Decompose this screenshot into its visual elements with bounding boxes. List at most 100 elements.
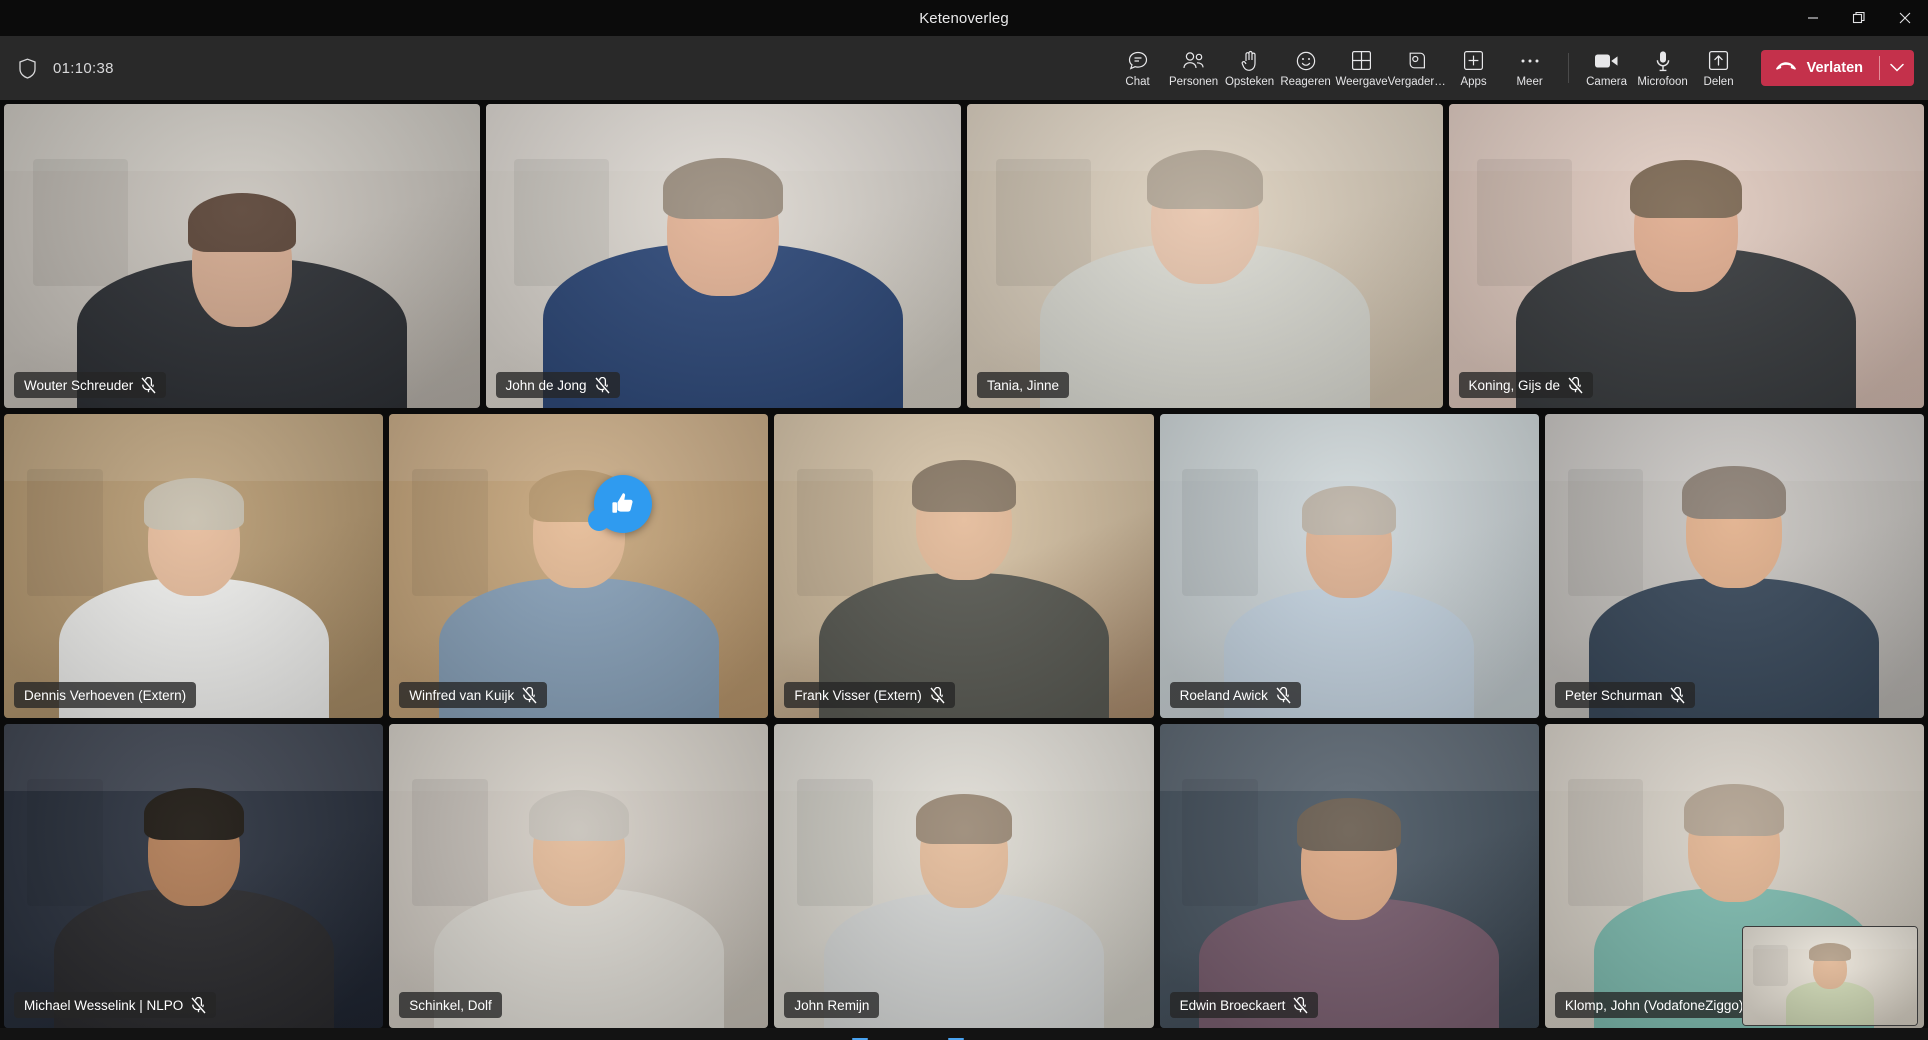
toolbar-label: Delen <box>1703 75 1734 88</box>
participant-name: Schinkel, Dolf <box>409 997 492 1013</box>
video-stream <box>1743 927 1917 1025</box>
video-stream <box>389 724 769 1028</box>
participant-name-badge: Dennis Verhoeven (Extern) <box>14 682 197 708</box>
reaction-thumbs-up-icon <box>587 474 652 533</box>
raise-hand-icon <box>1240 49 1260 73</box>
toolbar-button-delen[interactable]: Delen <box>1691 45 1747 92</box>
participant-name-badge: Koning, Gijs de <box>1458 372 1594 398</box>
participant-tile[interactable]: Peter Schurman <box>1544 414 1925 718</box>
muted-microphone-icon <box>1293 996 1308 1014</box>
camera-icon <box>1594 49 1620 73</box>
participant-name-badge: Schinkel, Dolf <box>399 992 502 1018</box>
title-bar: Ketenoverleg <box>0 0 1928 36</box>
video-stream <box>1448 104 1924 408</box>
participant-tile[interactable]: Dennis Verhoeven (Extern) <box>4 414 384 718</box>
participant-tile[interactable]: Koning, Gijs de <box>1448 104 1924 408</box>
participant-tile[interactable]: Frank Visser (Extern) <box>774 414 1154 718</box>
toolbar-button-reageren[interactable]: Reageren <box>1278 45 1334 92</box>
toolbar-button-vergaderruimtes[interactable]: Vergaderrui... <box>1387 45 1448 92</box>
toolbar-right: Verlaten <box>1747 50 1928 86</box>
participant-name-badge: John de Jong <box>495 372 620 398</box>
smiley-icon <box>1295 49 1317 73</box>
close-button[interactable] <box>1882 0 1928 36</box>
toolbar-button-camera[interactable]: Camera <box>1579 45 1635 92</box>
video-stream <box>485 104 961 408</box>
participant-tile[interactable]: Michael Wesselink | NLPO <box>4 724 384 1028</box>
chevron-down-icon <box>1890 59 1904 77</box>
restore-button[interactable] <box>1836 0 1882 36</box>
muted-microphone-icon <box>930 686 945 704</box>
toolbar-button-personen[interactable]: Personen <box>1166 45 1222 92</box>
participant-name: Roeland Awick <box>1179 687 1268 703</box>
participant-name: Koning, Gijs de <box>1468 377 1561 393</box>
muted-microphone-icon <box>1568 376 1583 394</box>
participant-name-badge: Tania, Jinne <box>977 372 1070 398</box>
participant-name: Michael Wesselink | NLPO <box>24 997 184 1013</box>
toolbar-button-weergave[interactable]: Weergave <box>1334 45 1390 92</box>
participant-tile[interactable]: Schinkel, Dolf <box>389 724 769 1028</box>
participant-name-badge: Frank Visser (Extern) <box>784 682 955 708</box>
hangup-icon <box>1775 59 1797 77</box>
meeting-timer: 01:10:38 <box>53 59 114 77</box>
participant-name: Peter Schurman <box>1564 687 1663 703</box>
leave-label: Verlaten <box>1806 60 1863 76</box>
participant-name: Edwin Broeckaert <box>1179 997 1286 1013</box>
toolbar-label: Apps <box>1460 75 1487 88</box>
video-stream <box>774 414 1154 718</box>
muted-microphone-icon <box>1276 686 1291 704</box>
participant-name-badge: John Remijn <box>784 992 880 1018</box>
leave-meeting-group: Verlaten <box>1760 50 1914 86</box>
muted-microphone-icon <box>191 996 206 1014</box>
participant-name: Dennis Verhoeven (Extern) <box>24 687 187 703</box>
toolbar-label: Camera <box>1586 75 1628 88</box>
toolbar-label: Vergaderrui... <box>1387 75 1448 88</box>
chat-icon <box>1127 49 1149 73</box>
participant-tile[interactable]: Roeland Awick <box>1159 414 1539 718</box>
window-title: Ketenoverleg <box>919 9 1009 27</box>
ellipsis-icon <box>1519 49 1541 73</box>
meeting-toolbar: 01:10:38 Chat Personen Opsteken Reageren… <box>0 36 1928 100</box>
toolbar-button-microfoon[interactable]: Microfoon <box>1635 45 1691 92</box>
people-icon <box>1182 49 1206 73</box>
participant-tile[interactable]: Edwin Broeckaert <box>1159 724 1539 1028</box>
video-stream <box>774 724 1154 1028</box>
video-grid: Wouter Schreuder John de Jong Tania, Jinne… <box>0 100 1928 1028</box>
toolbar-button-apps[interactable]: Apps <box>1446 45 1502 92</box>
leave-options-button[interactable] <box>1880 50 1914 86</box>
participant-tile[interactable]: Tania, Jinne <box>967 104 1443 408</box>
toolbar-label: Microfoon <box>1637 75 1688 88</box>
participant-tile[interactable]: John de Jong <box>485 104 961 408</box>
toolbar-label: Weergave <box>1335 75 1388 88</box>
toolbar-divider <box>1567 53 1569 83</box>
toolbar-actions: Chat Personen Opsteken Reageren Weergave <box>1110 45 1747 92</box>
self-view-tile[interactable] <box>1742 926 1918 1026</box>
toolbar-button-opsteken[interactable]: Opsteken <box>1222 45 1278 92</box>
toolbar-button-chat[interactable]: Chat <box>1110 45 1166 92</box>
toolbar-label: Chat <box>1125 75 1150 88</box>
taskbar[interactable] <box>0 1028 1928 1040</box>
participant-tile[interactable]: Winfred van Kuijk <box>389 414 769 718</box>
shield-icon <box>18 58 37 79</box>
participant-name: Wouter Schreuder <box>24 377 134 393</box>
video-stream <box>389 414 769 718</box>
video-grid-row: Michael Wesselink | NLPO Schinkel, Dolf Jo… <box>4 724 1925 1028</box>
video-grid-row: Wouter Schreuder John de Jong Tania, Jinne… <box>4 104 1924 408</box>
leave-button[interactable]: Verlaten <box>1761 50 1879 86</box>
video-stream <box>4 414 384 718</box>
minimize-button[interactable] <box>1790 0 1836 36</box>
toolbar-label: Personen <box>1168 75 1219 88</box>
toolbar-left: 01:10:38 <box>0 58 300 79</box>
participant-tile[interactable]: John Remijn <box>774 724 1154 1028</box>
video-stream <box>4 104 480 408</box>
participant-name: John de Jong <box>505 377 587 393</box>
participant-name-badge: Edwin Broeckaert <box>1169 992 1319 1018</box>
muted-microphone-icon <box>595 376 610 394</box>
participant-tile[interactable]: Wouter Schreuder <box>4 104 480 408</box>
toolbar-label: Meer <box>1516 75 1543 88</box>
participant-name: Frank Visser (Extern) <box>794 687 922 703</box>
participant-name-badge: Wouter Schreuder <box>14 372 167 398</box>
video-stream <box>967 104 1443 408</box>
video-stream <box>1544 414 1925 718</box>
toolbar-button-meer[interactable]: Meer <box>1502 45 1558 92</box>
muted-microphone-icon <box>1670 686 1685 704</box>
